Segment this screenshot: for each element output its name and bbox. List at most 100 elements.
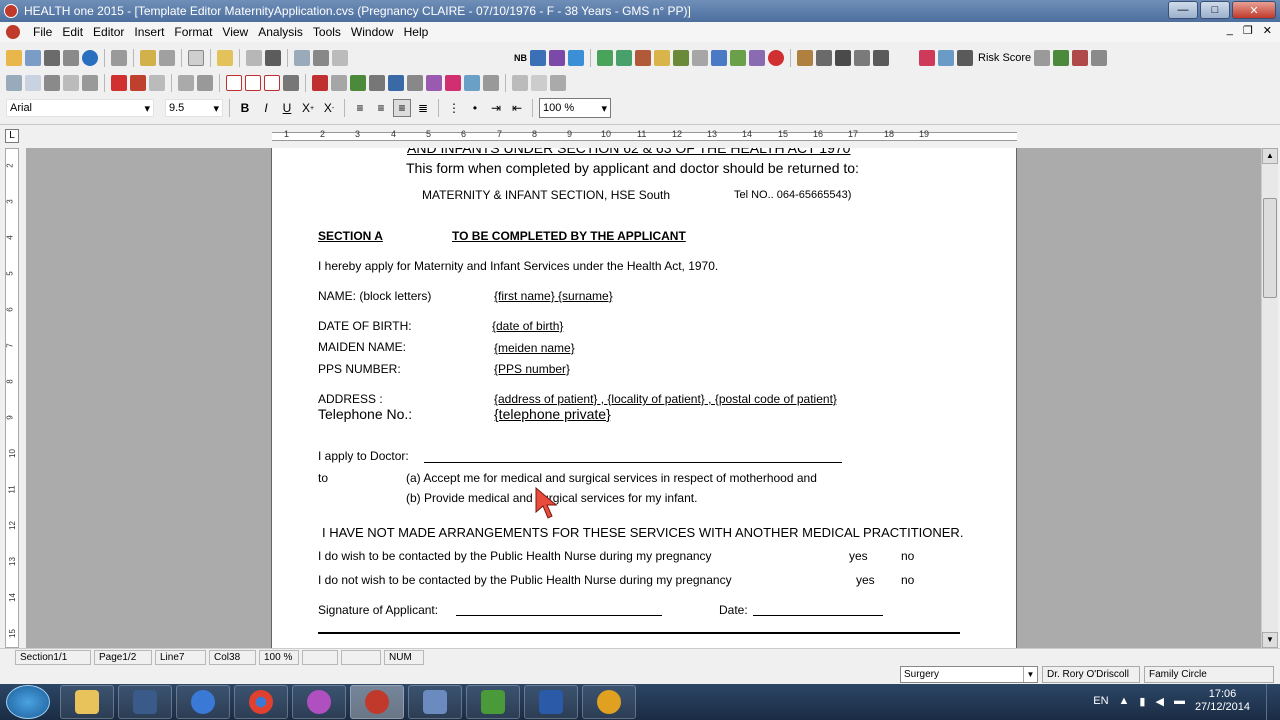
lab-icon[interactable]: [635, 50, 651, 66]
date-line[interactable]: [753, 615, 883, 616]
volume-icon[interactable]: ◀: [1155, 695, 1163, 708]
family-circle-tag[interactable]: Family Circle (FamilyCircle): [1144, 666, 1274, 695]
link-icon[interactable]: [369, 75, 385, 91]
doc-close-button[interactable]: ✕: [1263, 24, 1272, 37]
grid-icon[interactable]: [530, 50, 546, 66]
wish-contact[interactable]: I do wish to be contacted by the Public …: [318, 549, 712, 563]
date-label[interactable]: Date:: [719, 603, 748, 617]
doc-minimize-button[interactable]: _: [1227, 24, 1233, 37]
document-icon[interactable]: [188, 50, 204, 66]
family-icon[interactable]: [854, 50, 870, 66]
stop-icon[interactable]: [768, 50, 784, 66]
chart-icon[interactable]: [711, 50, 727, 66]
section-a-title[interactable]: TO BE COMPLETED BY THE APPLICANT: [452, 229, 686, 243]
apply-statement[interactable]: I hereby apply for Maternity and Infant …: [318, 259, 718, 273]
copy-icon[interactable]: [44, 75, 60, 91]
lungs-icon[interactable]: [1072, 50, 1089, 66]
people-icon[interactable]: [549, 50, 565, 66]
justify-icon[interactable]: ≣: [414, 99, 432, 117]
dob-label[interactable]: DATE OF BIRTH:: [318, 319, 412, 333]
measure-icon[interactable]: [730, 50, 746, 66]
align-left-icon[interactable]: ≡: [351, 99, 369, 117]
to-label[interactable]: to: [318, 471, 328, 485]
outdent-icon[interactable]: ⇤: [508, 99, 526, 117]
brackets-alt-icon[interactable]: [245, 75, 261, 91]
paste-icon[interactable]: [149, 75, 165, 91]
plus-box-icon[interactable]: [445, 75, 461, 91]
menu-edit[interactable]: Edit: [57, 25, 88, 39]
scanner-icon[interactable]: [265, 50, 281, 66]
taskbar-chrome[interactable]: [234, 685, 288, 719]
refresh-icon[interactable]: [246, 50, 262, 66]
close-button[interactable]: ✕: [1232, 1, 1276, 19]
document-icon[interactable]: [6, 25, 20, 39]
print-icon[interactable]: [63, 50, 79, 66]
signature-line[interactable]: [456, 615, 662, 616]
printer-icon[interactable]: [313, 50, 329, 66]
table-icon[interactable]: [294, 50, 310, 66]
arrow-right-icon[interactable]: [111, 75, 127, 91]
box-icon[interactable]: [797, 50, 813, 66]
trend-icon[interactable]: [749, 50, 765, 66]
wish-contact-yes[interactable]: yes: [849, 549, 868, 563]
taskbar-explorer[interactable]: [60, 685, 114, 719]
bullet-list-icon[interactable]: •: [466, 99, 484, 117]
signature-label[interactable]: Signature of Applicant:: [318, 603, 438, 617]
page-icon[interactable]: [111, 50, 127, 66]
chart-line-icon[interactable]: [938, 50, 954, 66]
menu-analysis[interactable]: Analysis: [253, 25, 308, 39]
align-right-icon[interactable]: ≡: [372, 99, 390, 117]
heart-icon[interactable]: [919, 50, 935, 66]
zoom-select[interactable]: 100 % ▾: [539, 98, 611, 118]
envelope-icon[interactable]: [25, 75, 41, 91]
arrangements-statement[interactable]: I HAVE NOT MADE ARRANGEMENTS FOR THESE S…: [322, 525, 963, 540]
merge-icon[interactable]: [550, 75, 566, 91]
menu-insert[interactable]: Insert: [129, 25, 169, 39]
image-icon[interactable]: [82, 75, 98, 91]
person-run-icon[interactable]: [957, 50, 973, 66]
align-center-icon[interactable]: ≡: [393, 99, 411, 117]
risk-score-button[interactable]: Risk Score: [978, 52, 1031, 64]
group-icon[interactable]: [816, 50, 832, 66]
menu-format[interactable]: Format: [169, 25, 217, 39]
insert-box-icon[interactable]: [197, 75, 213, 91]
document-page[interactable]: AND INFANTS UNDER SECTION 62 & 63 OF THE…: [271, 148, 1017, 648]
section-a-label[interactable]: SECTION A: [318, 229, 383, 243]
ab-icon[interactable]: [1091, 50, 1108, 66]
taskbar-flower-app[interactable]: [292, 685, 346, 719]
taskbar-paint-app[interactable]: [408, 685, 462, 719]
cut-icon[interactable]: [130, 75, 146, 91]
help-icon[interactable]: [82, 50, 98, 66]
minimize-button[interactable]: —: [1168, 1, 1198, 19]
taskbar-chart-app[interactable]: [466, 685, 520, 719]
grid-small-icon[interactable]: [331, 75, 347, 91]
maiden-name-field[interactable]: {meiden name}: [494, 341, 575, 355]
vaccine-icon[interactable]: [673, 50, 689, 66]
power-icon[interactable]: ▬: [1174, 695, 1185, 707]
doc-properties-icon[interactable]: [512, 75, 528, 91]
referral-icon[interactable]: [654, 50, 670, 66]
pills-icon[interactable]: [597, 50, 613, 66]
calendar-icon[interactable]: [568, 50, 584, 66]
eye-icon[interactable]: [835, 50, 851, 66]
mail-icon[interactable]: [25, 50, 41, 66]
duplicate-icon[interactable]: [531, 75, 547, 91]
taskbar-health-app[interactable]: [176, 685, 230, 719]
address-label[interactable]: ADDRESS :: [318, 392, 383, 406]
doc-restore-button[interactable]: ❐: [1243, 24, 1253, 37]
document-area[interactable]: AND INFANTS UNDER SECTION 62 & 63 OF THE…: [26, 148, 1261, 648]
return-address[interactable]: MATERNITY & INFANT SECTION, HSE South: [422, 188, 670, 202]
open-folder-icon[interactable]: [6, 50, 22, 66]
pps-label[interactable]: PPS NUMBER:: [318, 362, 401, 376]
question-icon[interactable]: [312, 75, 328, 91]
form-instruction[interactable]: This form when completed by applicant an…: [406, 160, 859, 176]
tray-expand-icon[interactable]: ▲: [1119, 695, 1130, 707]
language-indicator[interactable]: EN: [1093, 695, 1108, 707]
preview-icon[interactable]: [332, 50, 348, 66]
trash-icon[interactable]: [483, 75, 499, 91]
tab-selector[interactable]: L: [5, 129, 19, 143]
doctor-line[interactable]: [424, 462, 842, 463]
page-setup-icon[interactable]: [63, 75, 79, 91]
menu-help[interactable]: Help: [399, 25, 434, 39]
download-icon[interactable]: [159, 50, 175, 66]
